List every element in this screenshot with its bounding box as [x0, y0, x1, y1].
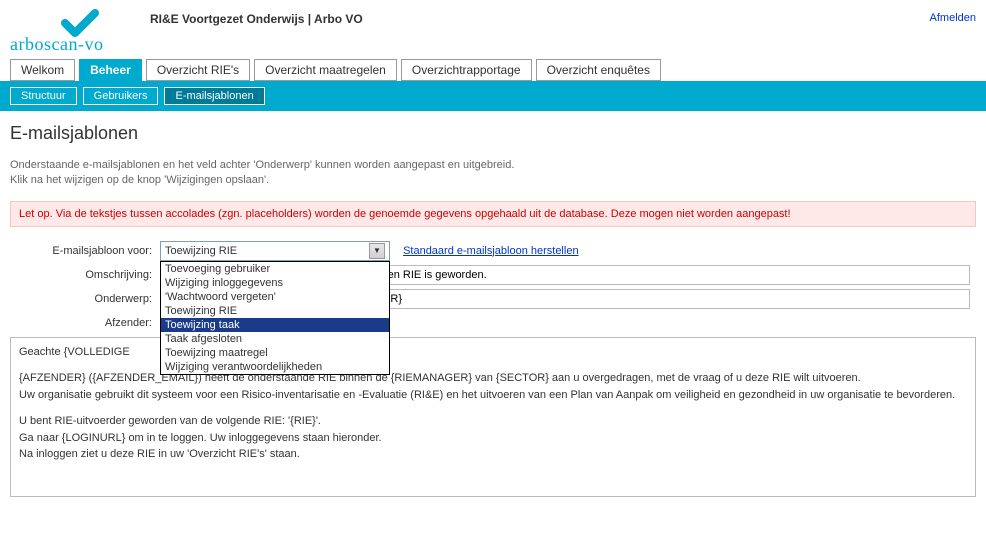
dropdown-option[interactable]: Toewijzing RIE [161, 304, 389, 318]
app-title: RI&E Voortgezet Onderwijs | Arbo VO [150, 8, 930, 26]
tab-overzicht-enquetes[interactable]: Overzicht enquêtes [536, 59, 661, 81]
tab-welkom[interactable]: Welkom [10, 59, 75, 81]
body-line: Na inloggen ziet u deze RIE in uw 'Overz… [19, 448, 300, 460]
intro-text: Onderstaande e-mailsjablonen en het veld… [10, 158, 976, 189]
tab-overzicht-ries[interactable]: Overzicht RIE's [146, 59, 250, 81]
tab-overzichtrapportage[interactable]: Overzichtrapportage [401, 59, 532, 81]
logo-text: arboscan-vo [10, 34, 150, 55]
template-dropdown[interactable]: Toevoeging gebruiker Wijziging inloggege… [160, 261, 390, 375]
body-line: Ga naar {LOGINURL} om in te loggen. Uw i… [19, 432, 382, 444]
subtab-gebruikers[interactable]: Gebruikers [83, 87, 159, 105]
subtab-structuur[interactable]: Structuur [10, 87, 77, 105]
dropdown-option-highlighted[interactable]: Toewijzing taak [161, 318, 389, 332]
body-line: U bent RIE-uitvoerder geworden van de vo… [19, 415, 321, 427]
body-line: {AFZENDER} ({AFZENDER_EMAIL}) heeft de o… [19, 372, 861, 384]
logout-link[interactable]: Afmelden [930, 12, 976, 24]
tab-overzicht-maatregelen[interactable]: Overzicht maatregelen [254, 59, 397, 81]
subtab-emailsjablonen[interactable]: E-mailsjablonen [164, 87, 264, 105]
email-body-editor[interactable]: Geachte {VOLLEDIGE {AFZENDER} ({AFZENDER… [10, 337, 976, 497]
intro-line-2: Klik na het wijzigen op de knop 'Wijzigi… [10, 174, 269, 186]
template-select[interactable]: Toewijzing RIE ▼ [160, 241, 390, 261]
dropdown-option[interactable]: Toevoeging gebruiker [161, 262, 389, 276]
page-heading: E-mailsjablonen [10, 123, 976, 144]
label-template-for: E-mailsjabloon voor: [10, 245, 160, 257]
main-tabs: Welkom Beheer Overzicht RIE's Overzicht … [0, 55, 986, 81]
label-subject: Onderwerp: [10, 293, 160, 305]
dropdown-option[interactable]: Taak afgesloten [161, 332, 389, 346]
body-line: Uw organisatie gebruikt dit systeem voor… [19, 389, 955, 401]
label-description: Omschrijving: [10, 269, 160, 281]
tab-beheer[interactable]: Beheer [79, 59, 142, 81]
dropdown-option[interactable]: Wijziging verantwoordelijkheden [161, 360, 389, 374]
reset-template-link[interactable]: Standaard e-mailsjabloon herstellen [403, 245, 579, 257]
chevron-down-icon: ▼ [369, 243, 385, 259]
sub-tabs: Structuur Gebruikers E-mailsjablonen [0, 81, 986, 111]
warning-box: Let op. Via de tekstjes tussen accolades… [10, 201, 976, 227]
template-select-value: Toewijzing RIE [165, 245, 237, 257]
dropdown-option[interactable]: Toewijzing maatregel [161, 346, 389, 360]
dropdown-option[interactable]: 'Wachtwoord vergeten' [161, 290, 389, 304]
dropdown-option[interactable]: Wijziging inloggegevens [161, 276, 389, 290]
intro-line-1: Onderstaande e-mailsjablonen en het veld… [10, 159, 514, 171]
label-sender: Afzender: [10, 317, 160, 329]
logo: arboscan-vo [10, 8, 150, 55]
